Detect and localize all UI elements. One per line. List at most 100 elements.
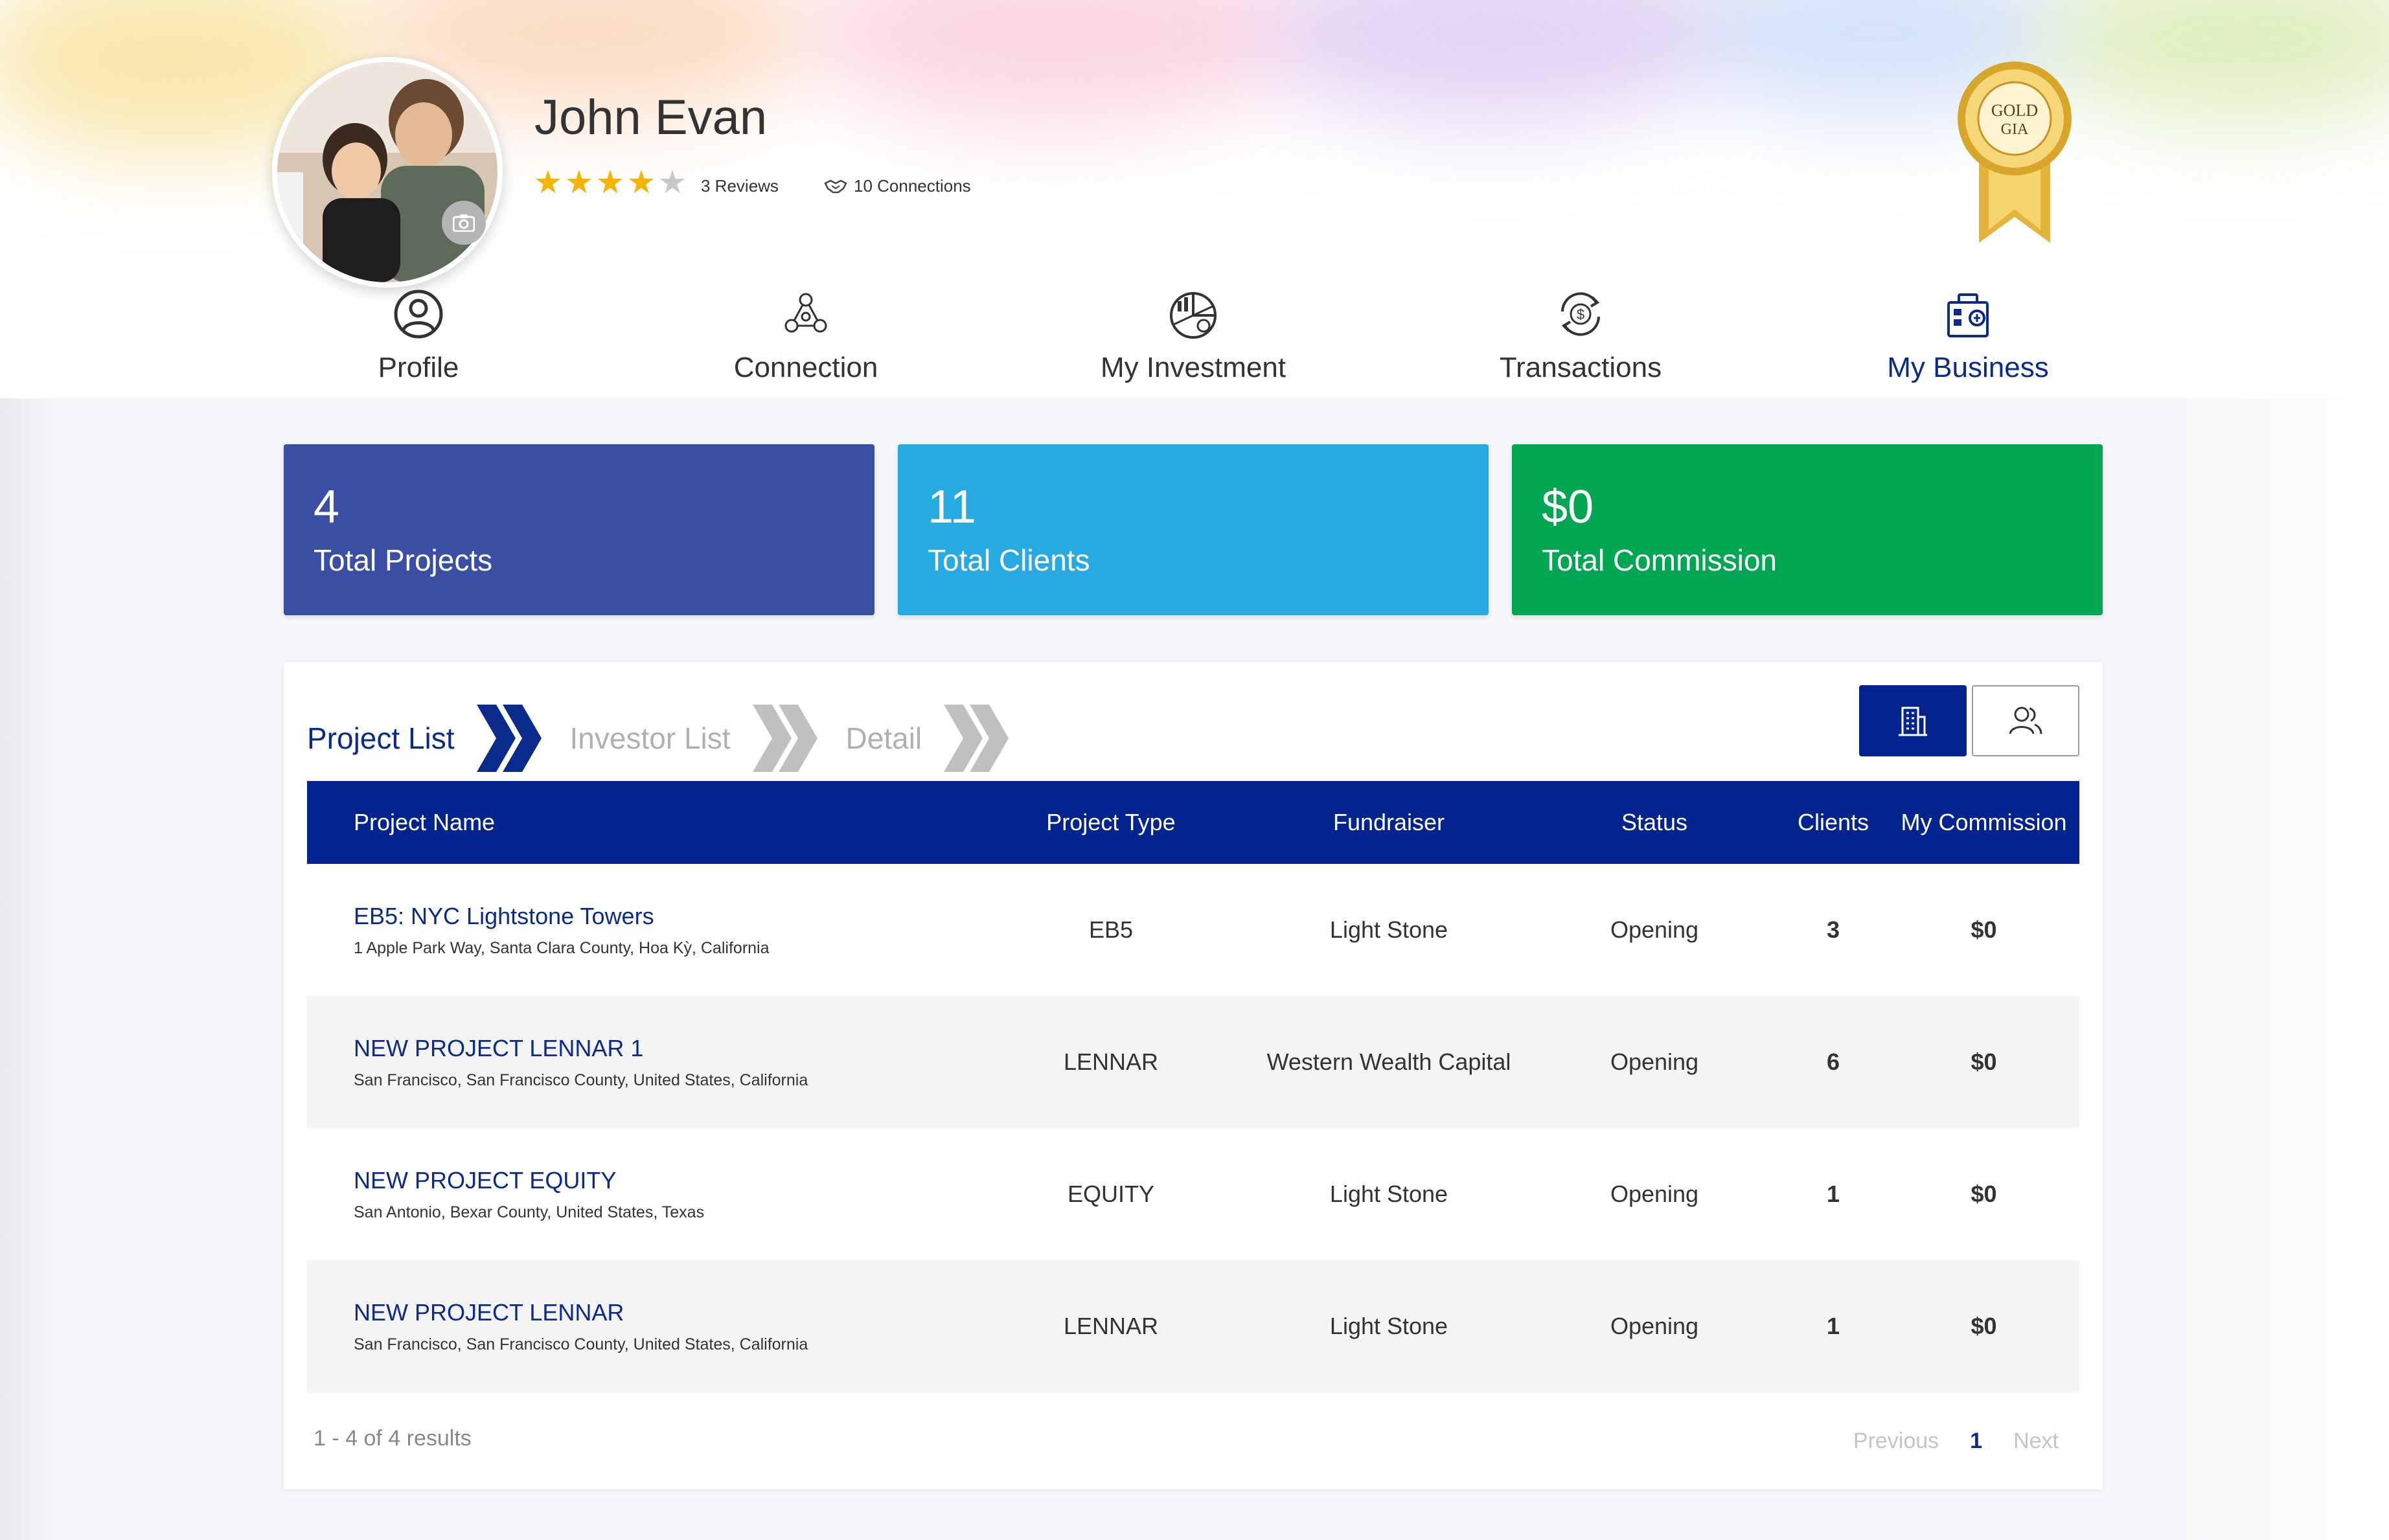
clients-cell: 1 — [1778, 1260, 1888, 1392]
stat-value: 4 — [314, 481, 340, 533]
avatar-photo — [277, 62, 497, 282]
avatar[interactable] — [272, 57, 503, 288]
transactions-icon: $ — [1561, 292, 1600, 336]
tab-profile[interactable]: Profile — [289, 288, 548, 384]
rating-stars — [535, 170, 685, 196]
table-row[interactable]: NEW PROJECT EQUITY San Antonio, Bexar Co… — [307, 1128, 2079, 1260]
status-cell: Opening — [1531, 1260, 1778, 1392]
tab-label: Profile — [378, 352, 459, 383]
step-detail[interactable]: Detail — [846, 721, 922, 756]
stat-label: Total Projects — [314, 543, 493, 577]
next-page-button[interactable]: Next — [2013, 1429, 2059, 1454]
chevron-right-icon — [476, 705, 542, 772]
handshake-icon — [824, 179, 847, 193]
profile-name: John Evan — [534, 90, 768, 145]
table-row[interactable]: NEW PROJECT LENNAR 1 San Francisco, San … — [307, 996, 2079, 1128]
clients-cell: 1 — [1826, 1181, 1840, 1207]
column-header-project-name[interactable]: Project Name — [307, 781, 975, 864]
stat-label: Total Clients — [928, 543, 1090, 577]
step-investor-list[interactable]: Investor List — [570, 721, 731, 756]
reviews-link[interactable]: 3 Reviews — [701, 176, 779, 196]
tab-label: Connection — [733, 352, 878, 383]
tab-my-business[interactable]: My Business — [1838, 288, 2098, 384]
tab-transactions[interactable]: $ Transactions — [1451, 288, 1710, 384]
star-icon — [566, 170, 592, 194]
status-cell: Opening — [1610, 1181, 1699, 1207]
project-list-panel: Project List Investor List Detail Projec… — [284, 662, 2103, 1489]
view-projects-button[interactable] — [1859, 685, 1967, 756]
view-investors-button[interactable] — [1972, 685, 2079, 756]
breadcrumb-steps: Project List Investor List Detail — [307, 699, 1037, 777]
table-header-row: Project Name Project Type Fundraiser Sta… — [307, 781, 2079, 864]
project-name-link[interactable]: NEW PROJECT EQUITY — [354, 1167, 974, 1194]
stat-card-total-projects: 4 Total Projects — [284, 444, 874, 615]
svg-text:$: $ — [1577, 306, 1584, 323]
watercolor-blob — [2040, 0, 2389, 123]
gold-badge-icon: GOLD GIA — [1958, 62, 2072, 243]
column-header-clients[interactable]: Clients — [1778, 781, 1888, 864]
profile-tabs: Profile Connection My Investment $ Trans… — [0, 288, 2389, 385]
status-cell: Opening — [1531, 996, 1778, 1128]
stat-label: Total Commission — [1542, 543, 1777, 577]
star-icon — [628, 170, 654, 194]
connections-link[interactable]: 10 Connections — [824, 176, 971, 196]
fundraiser-cell: Light Stone — [1329, 1181, 1448, 1207]
project-name-cell: NEW PROJECT LENNAR 1 San Francisco, San … — [307, 996, 975, 1128]
project-type-cell: LENNAR — [975, 996, 1247, 1128]
investment-chart-icon — [1170, 292, 1217, 339]
project-address: 1 Apple Park Way, Santa Clara County, Ho… — [354, 938, 770, 957]
step-project-list[interactable]: Project List — [307, 721, 455, 756]
clients-cell: 3 — [1826, 916, 1840, 943]
column-header-project-type[interactable]: Project Type — [975, 781, 1247, 864]
tab-label: Transactions — [1499, 352, 1662, 383]
project-type-cell: EB5 — [1088, 916, 1134, 943]
fundraiser-cell: Light Stone — [1247, 1260, 1531, 1392]
star-icon — [535, 170, 561, 194]
fundraiser-cell: Western Wealth Capital — [1247, 996, 1531, 1128]
clients-cell: 6 — [1778, 996, 1888, 1128]
project-address: San Antonio, Bexar County, United States… — [354, 1203, 705, 1221]
tab-connection[interactable]: Connection — [676, 288, 935, 384]
users-icon — [2009, 707, 2042, 734]
star-icon — [659, 170, 685, 194]
commission-cell: $0 — [1971, 916, 1997, 943]
network-icon — [784, 293, 827, 333]
watercolor-blob — [1263, 0, 1730, 123]
table-row[interactable]: NEW PROJECT LENNAR San Francisco, San Fr… — [307, 1260, 2079, 1392]
project-name-cell: EB5: NYC Lightstone Towers 1 Apple Park … — [307, 864, 975, 996]
tab-label: My Investment — [1100, 352, 1286, 383]
business-icon — [1947, 293, 1989, 337]
tab-my-investment[interactable]: My Investment — [1064, 288, 1323, 384]
badge-text: GOLD — [1991, 101, 2038, 120]
project-name-link[interactable]: NEW PROJECT LENNAR 1 — [354, 1035, 974, 1062]
badge-text: GIA — [2001, 121, 2029, 138]
commission-cell: $0 — [1971, 1181, 1997, 1207]
pagination: Previous 1 Next — [1853, 1429, 2059, 1454]
column-header-my-commission[interactable]: My Commission — [1888, 781, 2079, 864]
page-number-button[interactable]: 1 — [1970, 1429, 1982, 1454]
status-cell: Opening — [1610, 916, 1699, 943]
previous-page-button[interactable]: Previous — [1853, 1429, 1939, 1454]
user-icon — [394, 289, 443, 339]
chevron-right-icon — [752, 705, 817, 772]
stat-value: $0 — [1542, 481, 1594, 533]
chevron-right-icon — [944, 705, 1009, 772]
project-name-link[interactable]: EB5: NYC Lightstone Towers — [354, 903, 974, 930]
project-name-cell: NEW PROJECT LENNAR San Francisco, San Fr… — [307, 1260, 975, 1392]
column-header-status[interactable]: Status — [1531, 781, 1778, 864]
tab-label: My Business — [1887, 352, 2049, 383]
watercolor-blob — [810, 0, 1302, 123]
stat-value: 11 — [928, 481, 976, 533]
table-row[interactable]: EB5: NYC Lightstone Towers 1 Apple Park … — [307, 864, 2079, 996]
results-count: 1 - 4 of 4 results — [314, 1426, 472, 1451]
connections-label: 10 Connections — [854, 176, 971, 196]
project-address: San Francisco, San Francisco County, Uni… — [354, 1070, 808, 1089]
project-type-cell: EQUITY — [1067, 1181, 1154, 1207]
project-type-cell: LENNAR — [975, 1260, 1247, 1392]
project-name-link[interactable]: NEW PROJECT LENNAR — [354, 1299, 974, 1326]
column-header-fundraiser[interactable]: Fundraiser — [1247, 781, 1531, 864]
camera-icon — [453, 214, 475, 232]
fundraiser-cell: Light Stone — [1329, 916, 1448, 943]
change-photo-button[interactable] — [442, 201, 486, 245]
projects-table: Project Name Project Type Fundraiser Sta… — [307, 781, 2079, 1392]
